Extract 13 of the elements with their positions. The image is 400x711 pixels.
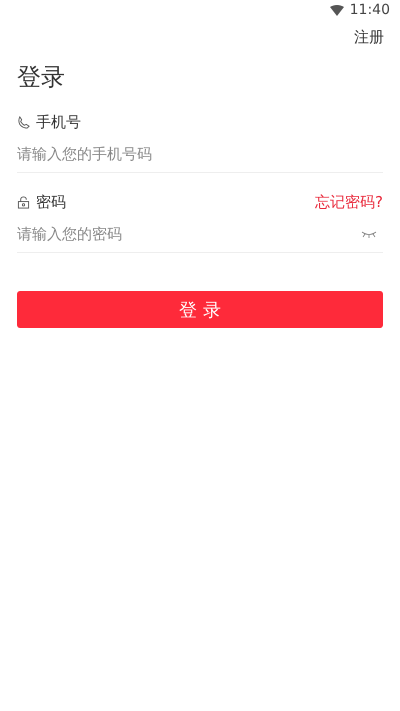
field-label: 密码 — [36, 193, 66, 212]
register-link[interactable]: 注册 — [354, 28, 384, 47]
lock-icon — [17, 196, 30, 209]
wifi-icon — [330, 4, 344, 16]
login-button[interactable]: 登 录 — [17, 291, 383, 328]
field-label: 手机号 — [36, 113, 81, 132]
page-title: 登录 — [17, 62, 66, 93]
input-field[interactable]: 请输入您的手机号码 — [17, 145, 383, 163]
phone-icon — [17, 116, 30, 129]
forgot-password-link[interactable]: 忘记密码? — [315, 193, 383, 212]
closed-eye-icon[interactable] — [361, 230, 377, 238]
status-time: 11:40 — [350, 2, 390, 18]
input-field[interactable]: 请输入您的密码 — [17, 225, 361, 243]
